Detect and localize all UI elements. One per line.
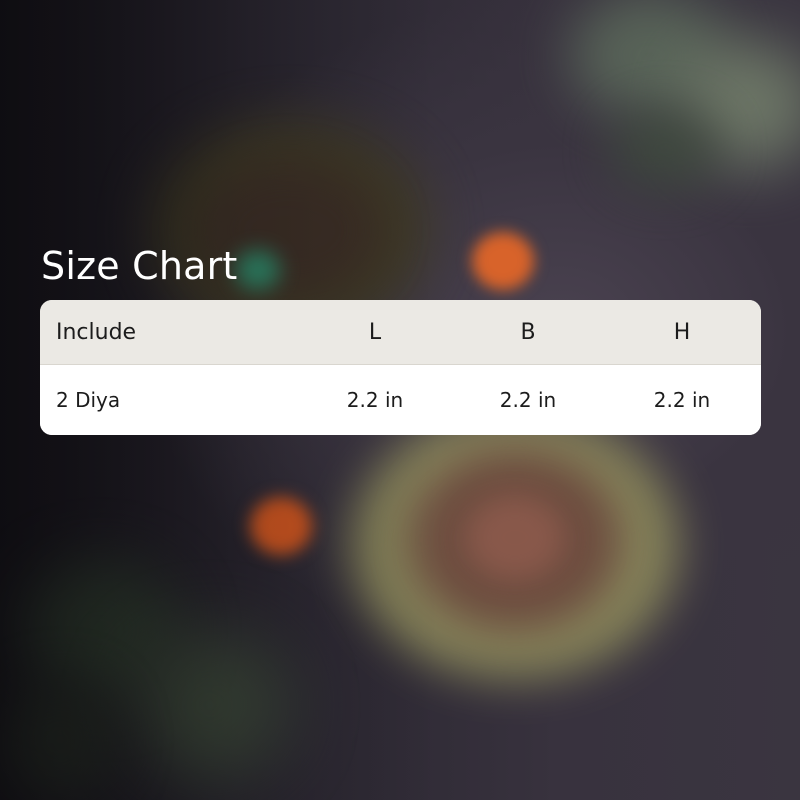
size-chart-table: Include L B H 2 Diya 2.2 in 2.2 in 2.2 i…	[40, 300, 761, 435]
cell-height: 2.2 in	[653, 388, 711, 412]
page-title: Size Chart	[41, 244, 238, 288]
column-header-breadth: B	[520, 319, 536, 345]
cell-breadth: 2.2 in	[499, 388, 557, 412]
cell-include: 2 Diya	[56, 388, 121, 412]
cell-length: 2.2 in	[346, 388, 404, 412]
column-header-height: H	[673, 319, 691, 345]
table-header-row: Include L B H	[40, 300, 761, 365]
table-row: 2 Diya 2.2 in 2.2 in 2.2 in	[40, 365, 761, 435]
column-header-length: L	[368, 319, 382, 345]
column-header-include: Include	[56, 319, 137, 345]
